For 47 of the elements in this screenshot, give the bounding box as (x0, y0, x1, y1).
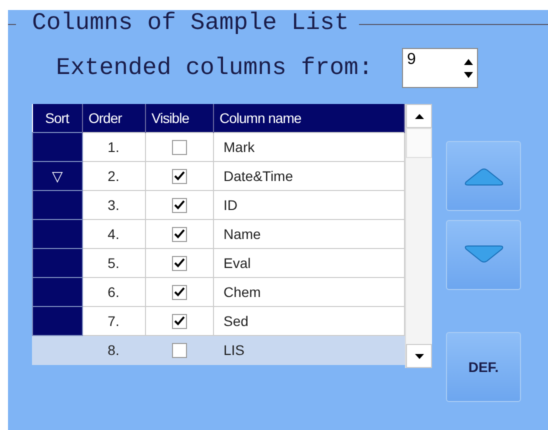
table-cell: 6. (82, 278, 145, 306)
table-cell: 1. (82, 132, 145, 162)
spin-up-icon[interactable] (464, 58, 473, 64)
checkbox[interactable] (172, 169, 186, 184)
table-row[interactable]: 5. Eval (32, 248, 404, 278)
table-row[interactable]: 6. Chem (32, 278, 404, 306)
table-cell: Name (213, 220, 404, 248)
table-cell: ID (213, 190, 404, 220)
spin-down-icon[interactable] (464, 72, 473, 78)
column-header[interactable]: Order (82, 104, 145, 132)
down-arrow-icon (414, 354, 424, 358)
table-cell: 3. (82, 190, 145, 220)
table-cell: Mark (213, 132, 404, 162)
sort-indicator: ▽ (52, 168, 63, 184)
table-cell: Date&Time (213, 162, 404, 190)
table-cell: 2. (82, 162, 145, 190)
table-cell: 4. (82, 220, 145, 248)
checkbox[interactable] (172, 343, 186, 358)
number-spinner[interactable]: 9 (402, 48, 478, 88)
table-cell: LIS (213, 336, 404, 364)
table-cell: 8. (82, 336, 145, 364)
table-row[interactable]: ▽ 2. Date&Time (32, 162, 404, 190)
scroll-down-button[interactable] (406, 344, 432, 368)
checkbox[interactable] (172, 285, 186, 300)
up-arrow-icon (414, 114, 424, 118)
checkbox[interactable] (172, 198, 186, 214)
column-header[interactable]: Column name (213, 104, 404, 132)
table-row[interactable]: 8. LIS (32, 336, 404, 364)
column-header[interactable]: Visible (145, 104, 213, 132)
table-row[interactable]: 3. ID (32, 190, 404, 220)
checkbox[interactable] (172, 227, 186, 242)
checkbox[interactable] (172, 256, 186, 272)
table-row[interactable]: 4. Name (32, 220, 404, 248)
table-cell: Chem (213, 278, 404, 306)
checkbox[interactable] (172, 140, 186, 156)
scroll-up-button[interactable] (406, 104, 432, 128)
scroll-thumb[interactable] (406, 128, 432, 158)
default-button[interactable]: DEF. (446, 332, 521, 402)
group-title: Columns of Sample List (32, 12, 349, 36)
column-header[interactable]: Sort (32, 104, 82, 132)
table-cell: 5. (82, 248, 145, 278)
table-row[interactable]: 7. Sed (32, 306, 404, 336)
table-row[interactable]: 1. Mark (32, 132, 404, 162)
table-cell: Eval (213, 248, 404, 278)
checkbox[interactable] (172, 314, 186, 330)
scrollbar[interactable] (405, 104, 432, 368)
extended-columns-label: Extended columns from: (56, 54, 374, 82)
